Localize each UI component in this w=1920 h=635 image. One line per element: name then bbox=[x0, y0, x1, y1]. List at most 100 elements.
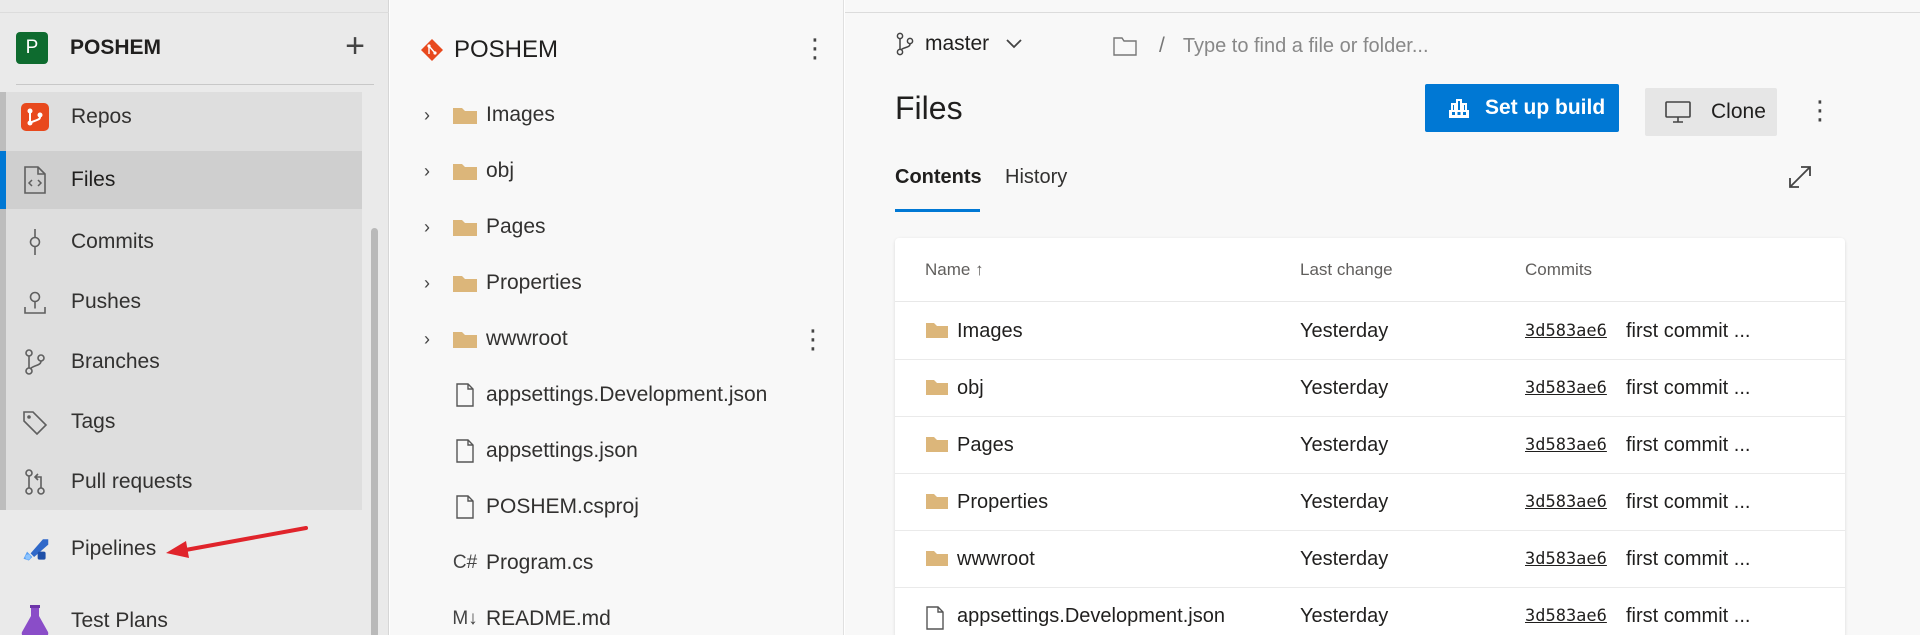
folder-icon bbox=[925, 321, 949, 339]
branches-icon bbox=[20, 347, 50, 377]
row-name[interactable]: Pages bbox=[957, 434, 1014, 457]
tree-item-label: Properties bbox=[486, 271, 582, 294]
tree-item-label: appsettings.Development.json bbox=[486, 383, 768, 406]
nav-item-tags[interactable]: Tags bbox=[0, 393, 362, 451]
table-row[interactable]: Pages Yesterday 3d583ae6 first commit ..… bbox=[895, 417, 1845, 474]
folder-icon bbox=[925, 378, 949, 396]
set-up-build-label: Set up build bbox=[1485, 96, 1606, 119]
divider bbox=[16, 84, 374, 85]
more-options-icon[interactable]: ⋮ bbox=[800, 324, 826, 355]
nav-item-pull-requests[interactable]: Pull requests bbox=[0, 453, 362, 511]
tree-item-label: wwwroot bbox=[486, 327, 568, 350]
folder-icon bbox=[452, 328, 478, 350]
commit-hash-link[interactable]: 3d583ae6 bbox=[1525, 549, 1607, 569]
folder-icon bbox=[925, 435, 949, 453]
tree-repo-header[interactable]: POSHEM bbox=[420, 36, 558, 64]
row-last-change: Yesterday bbox=[1300, 434, 1389, 456]
nav-scrollbar[interactable] bbox=[371, 228, 378, 635]
tree-item-label: obj bbox=[486, 159, 515, 182]
tree-item[interactable]: C# Program.cs bbox=[390, 538, 844, 588]
repos-icon bbox=[20, 102, 50, 132]
nav-item-pushes[interactable]: Pushes bbox=[0, 273, 362, 331]
org-header[interactable]: P POSHEM bbox=[16, 32, 161, 64]
nav-item-branches[interactable]: Branches bbox=[0, 333, 362, 391]
chevron-right-icon[interactable]: › bbox=[424, 273, 430, 294]
tree-item[interactable]: appsettings.Development.json bbox=[390, 370, 844, 420]
commit-hash-link[interactable]: 3d583ae6 bbox=[1525, 606, 1607, 626]
commit-hash-link[interactable]: 3d583ae6 bbox=[1525, 435, 1607, 455]
add-icon[interactable]: + bbox=[340, 29, 370, 63]
folder-icon bbox=[452, 272, 478, 294]
nav-item-label: Repos bbox=[71, 105, 132, 128]
tree-item[interactable]: › Images bbox=[390, 90, 844, 140]
chevron-right-icon[interactable]: › bbox=[424, 105, 430, 126]
nav-item-label: Pushes bbox=[71, 290, 142, 313]
tree-item[interactable]: › Properties bbox=[390, 258, 844, 308]
path-search-input[interactable]: Type to find a file or folder... bbox=[1183, 35, 1429, 58]
row-name[interactable]: Properties bbox=[957, 491, 1048, 514]
chevron-right-icon[interactable]: › bbox=[424, 161, 430, 182]
branch-selector[interactable]: master bbox=[895, 32, 1023, 56]
nav-item-files[interactable]: Files bbox=[0, 151, 362, 209]
more-options-icon[interactable]: ⋮ bbox=[802, 34, 828, 62]
set-up-build-button[interactable]: Set up build bbox=[1425, 84, 1619, 132]
chevron-right-icon[interactable]: › bbox=[424, 217, 430, 238]
path-search[interactable]: / Type to find a file or folder... bbox=[1113, 34, 1429, 58]
table-row[interactable]: Images Yesterday 3d583ae6 first commit .… bbox=[895, 303, 1845, 360]
tab-contents[interactable]: Contents bbox=[895, 166, 982, 189]
divider bbox=[0, 12, 389, 13]
file-icon bbox=[452, 495, 478, 519]
tab-history[interactable]: History bbox=[1005, 166, 1067, 189]
folder-icon bbox=[925, 549, 949, 567]
tree-item[interactable]: › obj bbox=[390, 146, 844, 196]
commit-hash-link[interactable]: 3d583ae6 bbox=[1525, 321, 1607, 341]
table-row[interactable]: Properties Yesterday 3d583ae6 first comm… bbox=[895, 474, 1845, 531]
more-options-icon[interactable]: ⋮ bbox=[1807, 96, 1833, 124]
column-header-commits[interactable]: Commits bbox=[1525, 260, 1592, 280]
divider bbox=[845, 12, 1920, 13]
tree-item[interactable]: appsettings.json bbox=[390, 426, 844, 476]
annotation-arrow bbox=[166, 526, 308, 558]
tree-item[interactable]: › wwwroot ⋮ bbox=[390, 314, 844, 364]
monitor-icon bbox=[1665, 101, 1691, 123]
row-name[interactable]: appsettings.Development.json bbox=[957, 605, 1225, 628]
row-name[interactable]: obj bbox=[957, 377, 984, 400]
clone-button[interactable]: Clone bbox=[1645, 88, 1777, 136]
nav-item-label: Pipelines bbox=[71, 537, 157, 560]
main-content: master / Type to find a file or folder..… bbox=[845, 0, 1920, 635]
nav-item-test-plans[interactable]: Test Plans bbox=[0, 592, 362, 635]
column-header-name[interactable]: Name ↑ bbox=[925, 260, 984, 280]
folder-icon bbox=[452, 160, 478, 182]
tree-item[interactable]: POSHEM.csproj bbox=[390, 482, 844, 532]
commit-message: first commit ... bbox=[1626, 548, 1751, 570]
row-name[interactable]: Images bbox=[957, 320, 1023, 343]
row-name[interactable]: wwwroot bbox=[957, 548, 1035, 571]
commit-hash-link[interactable]: 3d583ae6 bbox=[1525, 492, 1607, 512]
commit-hash-link[interactable]: 3d583ae6 bbox=[1525, 378, 1607, 398]
table-row[interactable]: wwwroot Yesterday 3d583ae6 first commit … bbox=[895, 531, 1845, 588]
file-icon bbox=[452, 383, 478, 407]
chevron-right-icon[interactable]: › bbox=[424, 329, 430, 350]
nav-item-commits[interactable]: Commits bbox=[0, 213, 362, 271]
table-row[interactable]: obj Yesterday 3d583ae6 first commit ... bbox=[895, 360, 1845, 417]
expand-icon[interactable] bbox=[1787, 164, 1813, 190]
nav-item-repos[interactable]: Repos bbox=[0, 88, 362, 146]
nav-item-label: Pull requests bbox=[71, 470, 193, 493]
tree-item-label: Pages bbox=[486, 215, 546, 238]
column-header-last-change[interactable]: Last change bbox=[1300, 260, 1393, 280]
folder-icon bbox=[452, 104, 478, 126]
nav-item-label: Files bbox=[71, 168, 116, 191]
branch-icon bbox=[896, 32, 914, 56]
tree-item[interactable]: M↓ README.md bbox=[390, 594, 844, 635]
nav-item-label: Tags bbox=[71, 410, 116, 433]
nav-item-label: Test Plans bbox=[71, 609, 168, 632]
tree-item-label: appsettings.json bbox=[486, 439, 638, 462]
pipelines-icon bbox=[20, 534, 50, 564]
row-last-change: Yesterday bbox=[1300, 377, 1389, 399]
csharp-file-icon: C# bbox=[452, 552, 478, 573]
tree-item-label: POSHEM.csproj bbox=[486, 495, 639, 518]
tree-item[interactable]: › Pages bbox=[390, 202, 844, 252]
commit-message: first commit ... bbox=[1626, 320, 1751, 342]
active-tab-indicator bbox=[895, 209, 980, 212]
table-row[interactable]: appsettings.Development.json Yesterday 3… bbox=[895, 588, 1845, 635]
